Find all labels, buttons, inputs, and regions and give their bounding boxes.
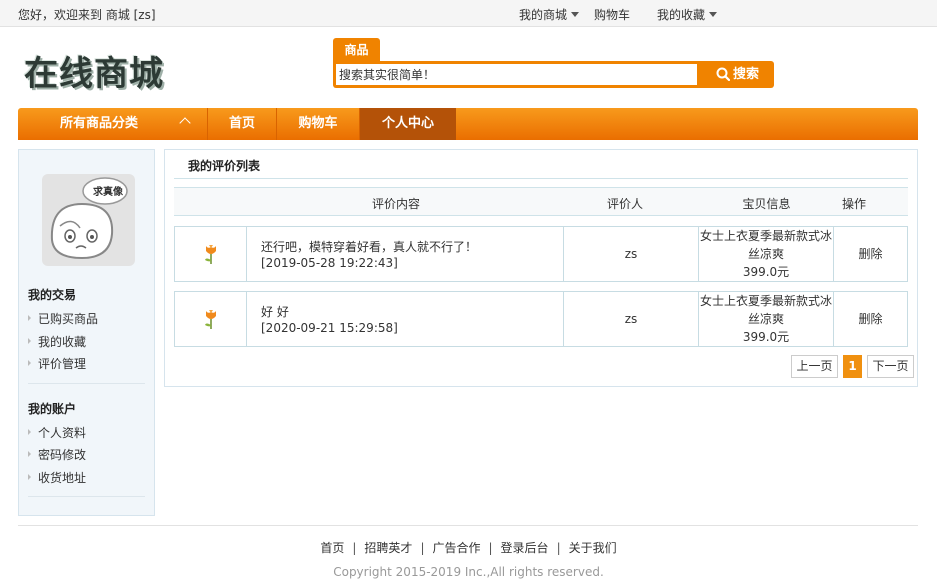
bullet-icon	[28, 451, 31, 457]
delete-button[interactable]: 删除	[858, 245, 882, 263]
footer-separator: |	[420, 541, 425, 555]
search-box: 搜索	[333, 61, 774, 88]
search-input[interactable]	[336, 64, 697, 85]
sidebar-item-address[interactable]: 收货地址	[28, 469, 86, 486]
caret-down-icon	[571, 12, 580, 17]
bullet-icon	[28, 315, 31, 321]
column-header-reviewer: 评价人	[606, 197, 643, 211]
reviewer-name: zs	[624, 247, 638, 261]
product-price: 399.0元	[742, 265, 790, 279]
table-row: 好 好 [2020-09-21 15:29:58] zs 女士上衣夏季最新款式冰…	[174, 291, 908, 347]
my-mall-label: 我的商城	[519, 8, 568, 22]
sidebar-item-profile[interactable]: 个人资料	[28, 424, 86, 441]
my-mall-menu[interactable]: 我的商城	[519, 6, 580, 23]
column-header-content: 评价内容	[371, 197, 420, 211]
favorites-label: 我的收藏	[657, 8, 706, 22]
product-name[interactable]: 女士上衣夏季最新款式冰丝凉爽	[700, 227, 832, 263]
row-icon-cell	[175, 292, 247, 346]
prev-page-button[interactable]: 上一页	[791, 355, 838, 378]
footer-separator: |	[352, 541, 357, 555]
flower-icon	[205, 245, 216, 264]
nav-item-personal-center[interactable]: 个人中心	[360, 108, 456, 140]
product-price: 399.0元	[742, 330, 790, 344]
comment-date: [2020-09-21 15:29:58]	[261, 321, 398, 335]
cart-link[interactable]: 购物车	[594, 6, 630, 23]
nav-item-home[interactable]: 首页	[208, 108, 276, 140]
welcome-text: 您好，欢迎来到 商城 [zs]	[18, 8, 156, 22]
table-row: 还行吧，模特穿着好看，真人就不行了！ [2019-05-28 19:22:43]…	[174, 226, 908, 282]
comment-text: 还行吧，模特穿着好看，真人就不行了！	[261, 240, 478, 254]
column-header-action: 操作	[841, 197, 866, 211]
site-logo[interactable]: 在线商城	[24, 46, 164, 95]
search-icon	[716, 67, 731, 82]
avatar-caption: 求真像	[93, 187, 123, 198]
sidebar: 求真像 我的交易 已购买商品 我的收藏 评价管理 我的账户 个人资料 密码修改 …	[18, 149, 155, 516]
main-nav: 所有商品分类 首页 购物车 个人中心	[18, 108, 918, 140]
column-header-product: 宝贝信息	[742, 197, 791, 211]
footer-separator: |	[488, 541, 493, 555]
search-button-label: 搜索	[732, 67, 759, 82]
favorites-menu[interactable]: 我的收藏	[657, 6, 718, 23]
review-list-panel: 我的评价列表 评价内容 评价人 宝贝信息 操作 还行吧，模特穿着好看，真人就不行…	[164, 149, 918, 387]
footer-divider	[18, 525, 918, 526]
bullet-icon	[28, 429, 31, 435]
section-title-my-trades: 我的交易	[28, 288, 77, 302]
comment-text: 好 好	[261, 305, 289, 319]
comment-cell: 好 好 [2020-09-21 15:29:58]	[247, 292, 564, 346]
nav-item-cart[interactable]: 购物车	[277, 108, 359, 140]
page-title: 我的评价列表	[188, 159, 261, 173]
all-categories-label: 所有商品分类	[60, 116, 139, 131]
avatar[interactable]: 求真像	[42, 174, 135, 266]
sidebar-item-label: 收货地址	[38, 471, 87, 485]
bullet-icon	[28, 474, 31, 480]
footer-separator: |	[556, 541, 561, 555]
bullet-icon	[28, 338, 31, 344]
sidebar-divider	[28, 383, 145, 384]
top-bar: 您好，欢迎来到 商城 [zs] 我的商城 购物车 我的收藏	[0, 0, 937, 27]
sidebar-item-label: 已购买商品	[38, 312, 99, 326]
footer-link-admin-login[interactable]: 登录后台	[501, 541, 549, 555]
sidebar-divider	[28, 496, 145, 497]
current-page-indicator[interactable]: 1	[843, 355, 862, 378]
footer-link-home[interactable]: 首页	[320, 541, 344, 555]
footer-link-careers[interactable]: 招聘英才	[364, 541, 412, 555]
flower-icon	[205, 310, 216, 329]
title-divider	[174, 178, 908, 179]
sidebar-item-favorites[interactable]: 我的收藏	[28, 333, 86, 350]
sidebar-item-password[interactable]: 密码修改	[28, 446, 86, 463]
search-button[interactable]: 搜索	[701, 61, 774, 88]
copyright-text: Copyright 2015-2019 Inc.,All rights rese…	[333, 565, 604, 579]
action-cell: 删除	[834, 227, 907, 281]
sidebar-item-reviews[interactable]: 评价管理	[28, 355, 86, 372]
table-header: 评价内容 评价人 宝贝信息 操作	[174, 187, 908, 216]
comment-cell: 还行吧，模特穿着好看，真人就不行了！ [2019-05-28 19:22:43]	[247, 227, 564, 281]
product-cell: 女士上衣夏季最新款式冰丝凉爽 399.0元	[699, 227, 834, 281]
sidebar-item-label: 评价管理	[38, 357, 87, 371]
sidebar-item-label: 我的收藏	[38, 335, 87, 349]
product-name[interactable]: 女士上衣夏季最新款式冰丝凉爽	[700, 292, 832, 328]
reviewer-cell: zs	[564, 227, 699, 281]
search-tab-products[interactable]: 商品	[333, 38, 380, 62]
next-page-button[interactable]: 下一页	[867, 355, 914, 378]
footer-links: 首页 | 招聘英才 | 广告合作 | 登录后台 | 关于我们	[0, 539, 937, 556]
sidebar-item-purchased[interactable]: 已购买商品	[28, 310, 98, 327]
reviewer-name: zs	[624, 312, 638, 326]
action-cell: 删除	[834, 292, 907, 346]
reviewer-cell: zs	[564, 292, 699, 346]
product-cell: 女士上衣夏季最新款式冰丝凉爽 399.0元	[699, 292, 834, 346]
section-title-my-account: 我的账户	[28, 402, 77, 416]
caret-down-icon	[709, 12, 718, 17]
sidebar-item-label: 个人资料	[38, 426, 87, 440]
footer-link-ads[interactable]: 广告合作	[432, 541, 480, 555]
bullet-icon	[28, 360, 31, 366]
row-icon-cell	[175, 227, 247, 281]
delete-button[interactable]: 删除	[858, 310, 882, 328]
sidebar-item-label: 密码修改	[38, 448, 87, 462]
footer-link-about[interactable]: 关于我们	[569, 541, 617, 555]
comment-date: [2019-05-28 19:22:43]	[261, 256, 398, 270]
